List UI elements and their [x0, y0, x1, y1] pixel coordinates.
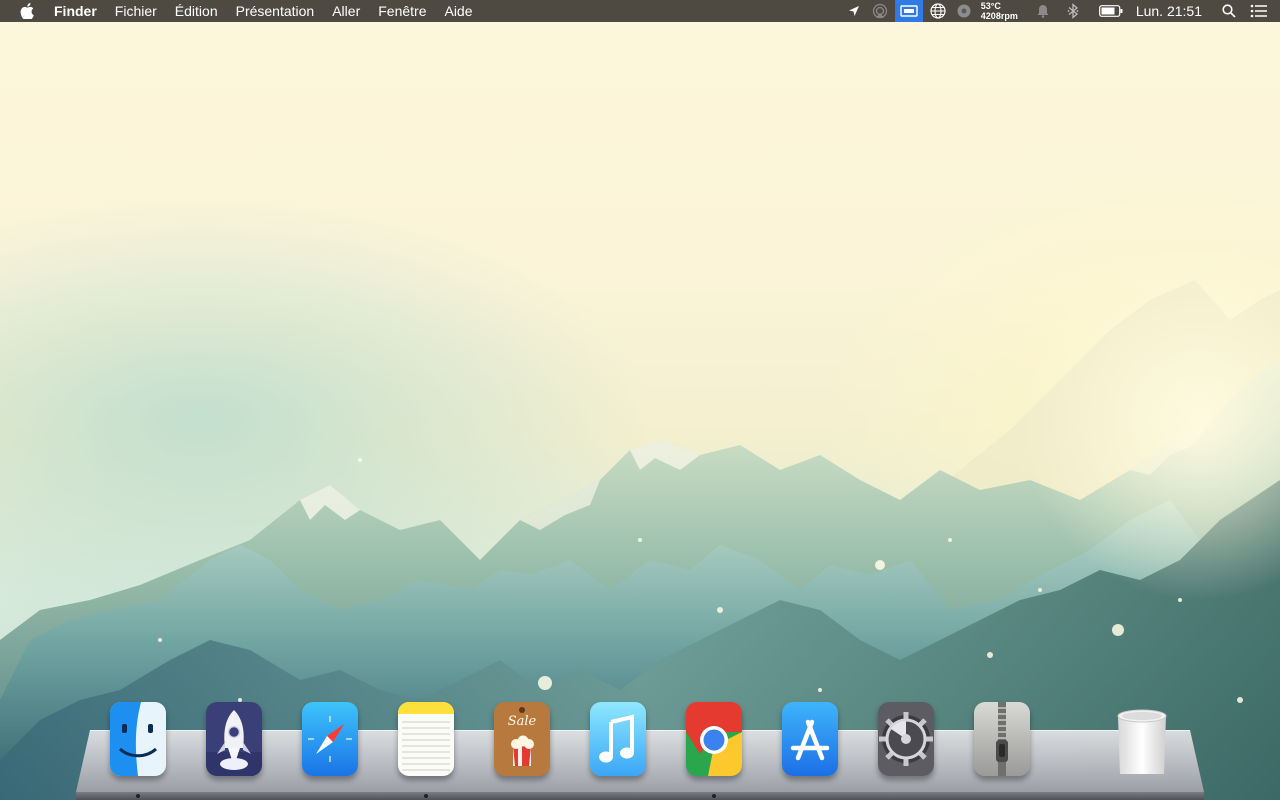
running-indicator: [712, 794, 716, 798]
globe-icon[interactable]: [927, 0, 949, 22]
clock[interactable]: Lun. 21:51: [1136, 0, 1202, 22]
running-indicator: [136, 794, 140, 798]
rocket-icon: [206, 702, 262, 776]
app-menu-finder[interactable]: Finder: [52, 0, 106, 22]
sale-tag-icon: Sale: [494, 702, 550, 776]
dock-item-safari[interactable]: [301, 700, 359, 784]
bluetooth-icon[interactable]: [1062, 0, 1084, 22]
dock: Sale: [0, 700, 1280, 800]
running-indicator: [424, 794, 428, 798]
fan-speed-value: 4208rpm: [980, 11, 1018, 21]
menu-bar-status-area: 53°C 4208rpm Lun. 21:51: [841, 0, 1280, 22]
menu-aide[interactable]: Aide: [435, 0, 481, 22]
fan-gear-icon[interactable]: [953, 0, 975, 22]
trash-icon: [1114, 702, 1170, 776]
dock-item-archive-utility[interactable]: [973, 700, 1031, 784]
desktop-wallpaper: [0, 0, 1280, 800]
music-note-icon: [590, 702, 646, 776]
dock-item-chrome[interactable]: [685, 700, 743, 798]
temperature-readout[interactable]: 53°C 4208rpm: [981, 1, 1018, 21]
sale-label: Sale: [507, 714, 537, 729]
notification-center-icon[interactable]: [1248, 0, 1270, 22]
menu-fichier[interactable]: Fichier: [106, 0, 166, 22]
airplay-icon[interactable]: [869, 0, 891, 22]
dock-item-popcorn-time[interactable]: Sale: [493, 700, 551, 784]
mountain-landscape: [0, 240, 1280, 800]
menu-presentation[interactable]: Présentation: [227, 0, 324, 22]
notes-icon: [398, 702, 454, 776]
dock-item-app-store[interactable]: [781, 700, 839, 784]
finder-icon: [110, 702, 166, 776]
dock-item-launchpad[interactable]: [205, 700, 263, 784]
app-store-icon: [782, 702, 838, 776]
dock-item-trash[interactable]: [1113, 700, 1171, 784]
compass-icon: [302, 702, 358, 776]
chrome-icon: [686, 702, 742, 776]
gear-icon: [878, 702, 934, 776]
notification-bell-icon[interactable]: [1032, 0, 1054, 22]
menu-bar: Finder Fichier Édition Présentation Alle…: [0, 0, 1280, 22]
dock-item-system-preferences[interactable]: [877, 700, 935, 784]
spotlight-search-icon[interactable]: [1218, 0, 1240, 22]
menu-aller[interactable]: Aller: [323, 0, 369, 22]
display-mirroring-icon[interactable]: [894, 0, 923, 22]
dock-item-itunes[interactable]: [589, 700, 647, 784]
dock-item-notes[interactable]: [397, 700, 455, 798]
temperature-value: 53°C: [980, 1, 1001, 11]
battery-icon[interactable]: [1096, 0, 1126, 22]
location-arrow-icon[interactable]: [843, 0, 865, 22]
menu-fenetre[interactable]: Fenêtre: [369, 0, 435, 22]
menu-edition[interactable]: Édition: [166, 0, 227, 22]
dock-item-finder[interactable]: [109, 700, 167, 798]
menu-bar-left: Finder Fichier Édition Présentation Alle…: [0, 0, 482, 22]
apple-icon[interactable]: [16, 3, 38, 19]
zipper-icon: [974, 702, 1030, 776]
